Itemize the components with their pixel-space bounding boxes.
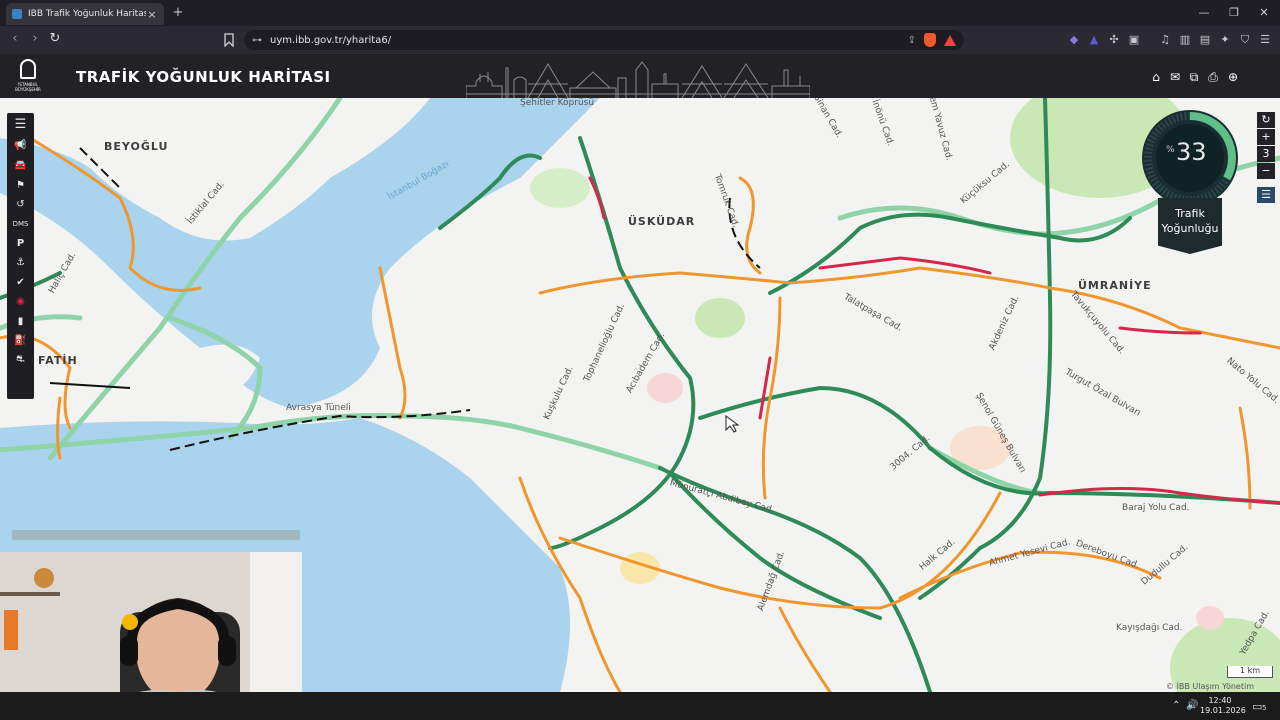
fuel-icon[interactable]: ⛽ — [7, 335, 34, 346]
logo-text: İSTANBUL BÜYÜKŞEHİR — [15, 82, 41, 92]
pin-icon[interactable]: ✔ — [7, 277, 34, 288]
road-moderate — [538, 266, 1280, 350]
history-icon[interactable]: ↺ — [7, 199, 34, 210]
mouse-cursor-icon — [725, 415, 740, 433]
address-bar[interactable]: ⊶ uym.ibb.gov.tr/yharita6/ ⇪ — [244, 30, 964, 50]
traffic-light-icon[interactable]: ▮ — [7, 316, 34, 327]
dms-button[interactable]: DMS — [7, 220, 34, 228]
bookmark-icon[interactable] — [224, 33, 234, 47]
tray-expand-icon[interactable]: ⌃ — [1172, 700, 1180, 711]
tab-title: İBB Trafik Yoğunluk Haritası — [28, 9, 146, 19]
parking-icon[interactable]: P — [7, 238, 34, 249]
layers-icon[interactable]: ☰ — [1257, 187, 1275, 203]
print-icon[interactable]: ⎙ — [1206, 70, 1220, 85]
park-area — [695, 298, 745, 338]
brave-rewards-icon[interactable] — [944, 34, 956, 46]
media-icon[interactable]: ♫ — [1158, 33, 1172, 47]
tab-close-icon[interactable]: × — [146, 8, 158, 21]
district-label-fatih: FATİH — [38, 354, 78, 367]
clock-time: 12:40 — [1208, 696, 1232, 705]
road-heavy — [588, 176, 606, 220]
road-moderate — [378, 266, 407, 420]
new-tab-button[interactable]: + — [170, 5, 186, 20]
window-close-button[interactable]: ✕ — [1257, 6, 1271, 19]
tunnel-label: Avrasya Tüneli — [286, 403, 351, 413]
windows-icon[interactable]: ⧉ — [1187, 70, 1201, 85]
notification-count: 5 — [1262, 704, 1267, 712]
menu-icon[interactable]: ☰ — [7, 117, 34, 132]
gauge-label: Trafik Yoğunluğu — [1160, 206, 1220, 236]
ibb-logo[interactable]: İSTANBUL BÜYÜKŞEHİR — [8, 57, 48, 95]
scale-bar: 1 km — [1227, 666, 1273, 678]
district-label-uskudar: ÜSKÜDAR — [628, 215, 696, 228]
browser-menu-icon[interactable]: ☰ — [1258, 33, 1272, 47]
vehicle-icon[interactable]: 🚘 — [7, 160, 34, 171]
gauge-label-line1: Trafik — [1175, 207, 1205, 220]
park-area — [1170, 618, 1280, 692]
mail-icon[interactable]: ✉ — [1168, 70, 1182, 84]
street-label: Kayışdağı Cad. — [1116, 623, 1183, 633]
browser-toolbar: ‹ › ↻ ⊶ uym.ibb.gov.tr/yharita6/ ⇪ ◆ ▲ ✣… — [0, 26, 1280, 54]
bosphorus-water — [0, 98, 600, 408]
time-slider[interactable] — [12, 530, 300, 540]
district-label-beyoglu: BEYOĞLU — [104, 140, 169, 153]
share-icon[interactable]: ⇪ — [908, 35, 916, 46]
announcement-icon[interactable]: 📢 — [7, 140, 34, 151]
zoom-in-button[interactable]: + — [1257, 129, 1275, 145]
page-title: TRAFİK YOĞUNLUK HARİTASI — [76, 68, 331, 86]
clock[interactable]: 12:40 19.01.2026 — [1200, 696, 1246, 716]
gauge-percent-sign: % — [1166, 145, 1175, 155]
gauge-value: 33 — [1176, 138, 1207, 166]
extension-leo-icon[interactable]: ◆ — [1067, 33, 1081, 47]
forward-button[interactable]: › — [27, 31, 43, 46]
minimize-button[interactable]: — — [1197, 6, 1211, 19]
screen: İBB Trafik Yoğunluk Haritası × + — ❐ ✕ ‹… — [0, 0, 1280, 720]
refresh-map-button[interactable]: ↻ — [1257, 112, 1275, 128]
restore-button[interactable]: ❐ — [1227, 6, 1241, 19]
brave-shield-icon[interactable] — [924, 33, 936, 47]
reload-button[interactable]: ↻ — [47, 31, 63, 46]
back-button[interactable]: ‹ — [7, 31, 23, 46]
home-icon[interactable]: ⌂ — [1149, 70, 1163, 84]
sidebar-icon[interactable]: ▥ — [1178, 33, 1192, 47]
globe-icon[interactable]: ⊕ — [1226, 70, 1240, 84]
ibb-favicon-icon — [12, 9, 22, 19]
istanbul-skyline-icon — [466, 61, 810, 98]
volume-icon[interactable]: 🔊 — [1186, 700, 1198, 711]
road-icon[interactable]: ⛐ — [7, 354, 34, 367]
road-moderate — [778, 606, 832, 692]
road-closed — [49, 382, 131, 389]
left-toolbar: ☰ 📢 🚘 ⚑ ↺ DMS P ⚓ ✔ ◉ ▮ ⛽ ⛐ — [7, 113, 34, 399]
district-label-umraniye: ÜMRANİYE — [1078, 279, 1152, 292]
camera-icon[interactable]: ◉ — [7, 296, 34, 307]
zoom-out-button[interactable]: − — [1257, 163, 1275, 179]
app-header: İSTANBUL BÜYÜKŞEHİR TRAFİK YOĞUNLUK HARİ… — [0, 54, 1280, 98]
ibb-logo-mark-icon — [20, 59, 36, 79]
extension-box-icon[interactable]: ▣ — [1127, 33, 1141, 47]
hospital-area — [1196, 606, 1224, 630]
url-text[interactable]: uym.ibb.gov.tr/yharita6/ — [270, 35, 900, 46]
road-moderate — [1238, 406, 1252, 510]
leo-ai-icon[interactable]: ✦ — [1218, 33, 1232, 47]
site-info-icon[interactable]: ⊶ — [252, 35, 262, 46]
taskbar: ⌃ 🔊 12:40 19.01.2026 ▭ 5 — [0, 692, 1280, 720]
anchor-icon[interactable]: ⚓ — [7, 257, 34, 268]
browser-tab[interactable]: İBB Trafik Yoğunluk Haritası × — [6, 3, 164, 25]
extension-triangle-icon[interactable]: ▲ — [1087, 33, 1101, 47]
street-label: Baraj Yolu Cad. — [1122, 503, 1190, 513]
park-area — [530, 168, 590, 208]
zoom-controls: ↻ + 3 − ☰ — [1257, 112, 1275, 204]
flag-icon[interactable]: ⚑ — [7, 180, 34, 191]
traffic-density-gauge[interactable]: % 33 Trafik Yoğunluğu — [1140, 108, 1240, 258]
zoom-level: 3 — [1257, 146, 1275, 162]
clock-date: 19.01.2026 — [1200, 706, 1246, 715]
extension-puzzle-icon[interactable]: ✣ — [1107, 33, 1121, 47]
gauge-label-line2: Yoğunluğu — [1161, 222, 1219, 235]
notification-icon[interactable]: ▭ — [1252, 700, 1262, 713]
hospital-area — [647, 373, 683, 403]
vpn-icon[interactable]: ⛉ — [1238, 33, 1252, 47]
browser-tab-bar: İBB Trafik Yoğunluk Haritası × + — ❐ ✕ — [0, 0, 1280, 26]
bridge-label: Şehitler Köprüsü — [520, 98, 595, 108]
wallet-icon[interactable]: ▤ — [1198, 33, 1212, 47]
